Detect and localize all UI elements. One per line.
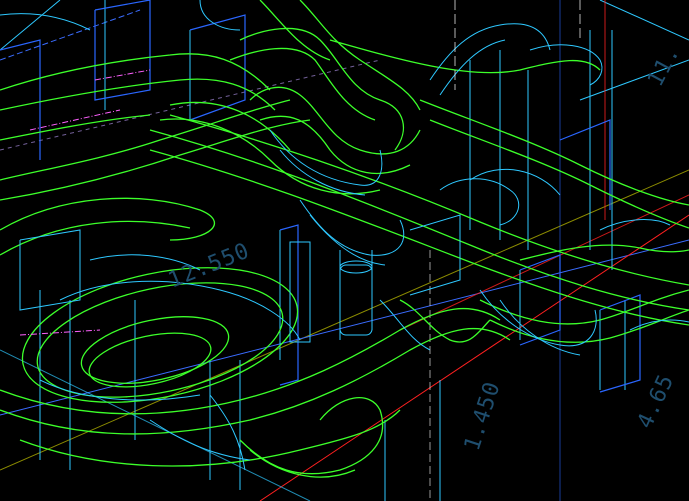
- blue-box-edges: [0, 0, 641, 393]
- vertical-edges: [39, 0, 626, 501]
- dimension-label-11: 11.: [643, 41, 685, 90]
- dimension-label-1450: 1.450: [460, 378, 506, 453]
- construction-lines: [0, 0, 689, 501]
- cad-wireframe-viewport[interactable]: 12.550 1.450 4.65 11.: [0, 0, 689, 501]
- wireframe-canvas[interactable]: 12.550 1.450 4.65 11.: [0, 0, 689, 501]
- green-body-surfaces: [0, 0, 689, 478]
